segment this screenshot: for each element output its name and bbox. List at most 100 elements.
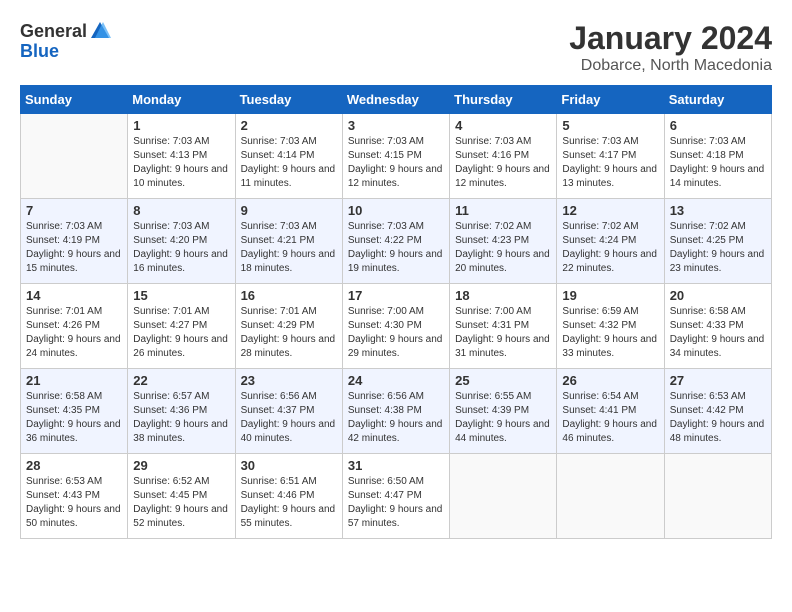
calendar-cell: 27 Sunrise: 6:53 AMSunset: 4:42 PMDayligh…: [664, 369, 771, 454]
day-info: Sunrise: 7:03 AMSunset: 4:21 PMDaylight:…: [241, 220, 337, 276]
calendar-cell: 25Sunrise: 6:55 AMSunset: 4:39 PMDayligh…: [450, 369, 557, 454]
calendar-cell: 23 Sunrise: 6:56 AMSunset: 4:37 PMDayligh…: [235, 369, 342, 454]
day-info: Sunrise: 6:52 AMSunset: 4:45 PMDaylight:…: [133, 475, 229, 531]
day-info: Sunrise: 6:56 AMSunset: 4:38 PMDaylight:…: [348, 390, 444, 446]
day-number: 2: [241, 118, 337, 133]
calendar-week-row: 14Sunrise: 7:01 AMSunset: 4:26 PMDayligh…: [21, 284, 772, 369]
title-area: January 2024 Dobarce, North Macedonia: [569, 20, 772, 75]
day-info: Sunrise: 6:53 AMSunset: 4:42 PMDaylight:…: [670, 390, 766, 446]
calendar-cell: 26 Sunrise: 6:54 AMSunset: 4:41 PMDayligh…: [557, 369, 664, 454]
day-number: 8: [133, 203, 229, 218]
day-number: 14: [26, 288, 122, 303]
calendar-cell: 30Sunrise: 6:51 AMSunset: 4:46 PMDayligh…: [235, 454, 342, 539]
calendar-cell: 28 Sunrise: 6:53 AMSunset: 4:43 PMDayligh…: [21, 454, 128, 539]
day-number: 18: [455, 288, 551, 303]
day-number: 26: [562, 373, 658, 388]
day-info: Sunrise: 6:59 AMSunset: 4:32 PMDaylight:…: [562, 305, 658, 361]
day-info: Sunrise: 7:02 AMSunset: 4:24 PMDaylight:…: [562, 220, 658, 276]
day-number: 11: [455, 203, 551, 218]
day-info: Sunrise: 7:02 AMSunset: 4:23 PMDaylight:…: [455, 220, 551, 276]
logo-icon: [89, 20, 111, 42]
calendar-cell: 17Sunrise: 7:00 AMSunset: 4:30 PMDayligh…: [342, 284, 449, 369]
header-thursday: Thursday: [450, 86, 557, 114]
calendar-header-row: SundayMondayTuesdayWednesdayThursdayFrid…: [21, 86, 772, 114]
day-number: 20: [670, 288, 766, 303]
day-info: Sunrise: 7:03 AMSunset: 4:19 PMDaylight:…: [26, 220, 122, 276]
day-number: 31: [348, 458, 444, 473]
day-number: 21: [26, 373, 122, 388]
calendar-week-row: 21 Sunrise: 6:58 AMSunset: 4:35 PMDayligh…: [21, 369, 772, 454]
day-number: 15: [133, 288, 229, 303]
day-number: 30: [241, 458, 337, 473]
calendar-cell: 16 Sunrise: 7:01 AMSunset: 4:29 PMDayligh…: [235, 284, 342, 369]
day-number: 16: [241, 288, 337, 303]
day-info: Sunrise: 7:01 AMSunset: 4:29 PMDaylight:…: [241, 305, 337, 361]
calendar-cell: 3 Sunrise: 7:03 AMSunset: 4:15 PMDaylight…: [342, 114, 449, 199]
calendar-cell: 10 Sunrise: 7:03 AMSunset: 4:22 PMDayligh…: [342, 199, 449, 284]
day-info: Sunrise: 7:00 AMSunset: 4:30 PMDaylight:…: [348, 305, 444, 361]
day-number: 25: [455, 373, 551, 388]
calendar-cell: 11 Sunrise: 7:02 AMSunset: 4:23 PMDayligh…: [450, 199, 557, 284]
day-number: 27: [670, 373, 766, 388]
day-number: 6: [670, 118, 766, 133]
day-number: 1: [133, 118, 229, 133]
calendar-table: SundayMondayTuesdayWednesdayThursdayFrid…: [20, 85, 772, 539]
day-info: Sunrise: 6:56 AMSunset: 4:37 PMDaylight:…: [241, 390, 337, 446]
calendar-week-row: 7Sunrise: 7:03 AMSunset: 4:19 PMDaylight…: [21, 199, 772, 284]
calendar-cell: [557, 454, 664, 539]
calendar-cell: [664, 454, 771, 539]
calendar-cell: [21, 114, 128, 199]
calendar-cell: 29 Sunrise: 6:52 AMSunset: 4:45 PMDayligh…: [128, 454, 235, 539]
logo-general: General: [20, 22, 87, 40]
day-info: Sunrise: 6:58 AMSunset: 4:33 PMDaylight:…: [670, 305, 766, 361]
calendar-cell: 12 Sunrise: 7:02 AMSunset: 4:24 PMDayligh…: [557, 199, 664, 284]
calendar-cell: 9 Sunrise: 7:03 AMSunset: 4:21 PMDaylight…: [235, 199, 342, 284]
day-info: Sunrise: 7:03 AMSunset: 4:18 PMDaylight:…: [670, 135, 766, 191]
calendar-cell: 14Sunrise: 7:01 AMSunset: 4:26 PMDayligh…: [21, 284, 128, 369]
day-info: Sunrise: 7:03 AMSunset: 4:15 PMDaylight:…: [348, 135, 444, 191]
header-wednesday: Wednesday: [342, 86, 449, 114]
day-number: 24: [348, 373, 444, 388]
calendar-cell: 6 Sunrise: 7:03 AMSunset: 4:18 PMDaylight…: [664, 114, 771, 199]
calendar-cell: 4Sunrise: 7:03 AMSunset: 4:16 PMDaylight…: [450, 114, 557, 199]
calendar-cell: 5Sunrise: 7:03 AMSunset: 4:17 PMDaylight…: [557, 114, 664, 199]
day-info: Sunrise: 7:03 AMSunset: 4:16 PMDaylight:…: [455, 135, 551, 191]
location-subtitle: Dobarce, North Macedonia: [569, 57, 772, 75]
logo: General Blue: [20, 20, 111, 60]
day-info: Sunrise: 6:57 AMSunset: 4:36 PMDaylight:…: [133, 390, 229, 446]
header-sunday: Sunday: [21, 86, 128, 114]
header-monday: Monday: [128, 86, 235, 114]
day-number: 13: [670, 203, 766, 218]
day-number: 29: [133, 458, 229, 473]
calendar-cell: 7Sunrise: 7:03 AMSunset: 4:19 PMDaylight…: [21, 199, 128, 284]
day-info: Sunrise: 6:54 AMSunset: 4:41 PMDaylight:…: [562, 390, 658, 446]
day-number: 23: [241, 373, 337, 388]
day-number: 12: [562, 203, 658, 218]
calendar-cell: 18 Sunrise: 7:00 AMSunset: 4:31 PMDayligh…: [450, 284, 557, 369]
calendar-week-row: 28 Sunrise: 6:53 AMSunset: 4:43 PMDayligh…: [21, 454, 772, 539]
logo-blue: Blue: [20, 42, 59, 60]
calendar-cell: 20 Sunrise: 6:58 AMSunset: 4:33 PMDayligh…: [664, 284, 771, 369]
day-number: 19: [562, 288, 658, 303]
day-info: Sunrise: 7:03 AMSunset: 4:14 PMDaylight:…: [241, 135, 337, 191]
day-number: 9: [241, 203, 337, 218]
day-info: Sunrise: 7:01 AMSunset: 4:27 PMDaylight:…: [133, 305, 229, 361]
day-number: 28: [26, 458, 122, 473]
day-number: 5: [562, 118, 658, 133]
day-number: 10: [348, 203, 444, 218]
header-saturday: Saturday: [664, 86, 771, 114]
day-number: 22: [133, 373, 229, 388]
calendar-cell: 31 Sunrise: 6:50 AMSunset: 4:47 PMDayligh…: [342, 454, 449, 539]
day-info: Sunrise: 7:00 AMSunset: 4:31 PMDaylight:…: [455, 305, 551, 361]
calendar-cell: 13Sunrise: 7:02 AMSunset: 4:25 PMDayligh…: [664, 199, 771, 284]
day-info: Sunrise: 6:53 AMSunset: 4:43 PMDaylight:…: [26, 475, 122, 531]
calendar-cell: 15 Sunrise: 7:01 AMSunset: 4:27 PMDayligh…: [128, 284, 235, 369]
day-info: Sunrise: 6:58 AMSunset: 4:35 PMDaylight:…: [26, 390, 122, 446]
calendar-week-row: 1Sunrise: 7:03 AMSunset: 4:13 PMDaylight…: [21, 114, 772, 199]
day-info: Sunrise: 6:50 AMSunset: 4:47 PMDaylight:…: [348, 475, 444, 531]
day-info: Sunrise: 7:03 AMSunset: 4:20 PMDaylight:…: [133, 220, 229, 276]
calendar-cell: [450, 454, 557, 539]
month-title: January 2024: [569, 20, 772, 57]
day-info: Sunrise: 7:03 AMSunset: 4:22 PMDaylight:…: [348, 220, 444, 276]
day-number: 3: [348, 118, 444, 133]
